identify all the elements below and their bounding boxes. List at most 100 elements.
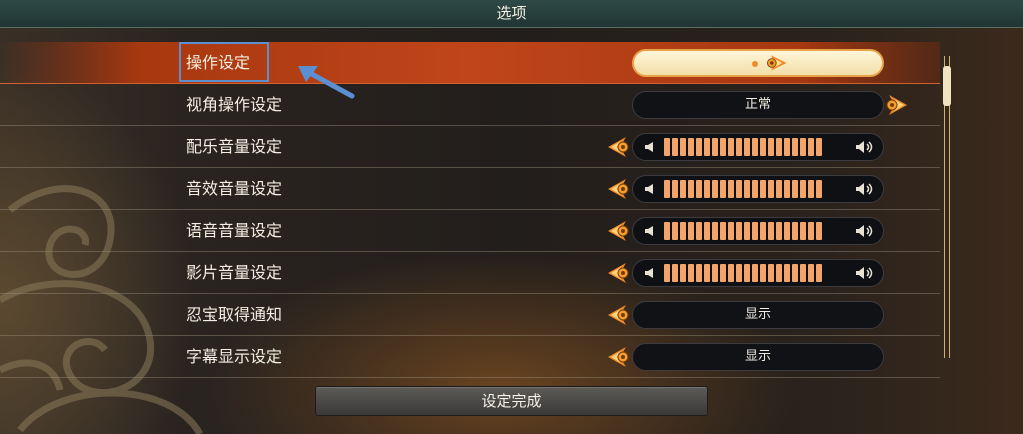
option-value-field[interactable]: 显示 bbox=[632, 301, 884, 329]
volume-segment bbox=[664, 138, 670, 156]
left-chevron-orb-icon[interactable] bbox=[604, 135, 630, 159]
volume-segment bbox=[776, 180, 782, 198]
speaker-low-icon bbox=[645, 268, 653, 278]
window-title: 选项 bbox=[0, 0, 1023, 28]
volume-segment bbox=[784, 222, 790, 240]
volume-segment bbox=[736, 138, 742, 156]
volume-segment bbox=[680, 222, 686, 240]
volume-segment bbox=[736, 264, 742, 282]
volume-segment bbox=[760, 138, 766, 156]
left-chevron-orb-icon[interactable] bbox=[604, 177, 630, 201]
volume-segment bbox=[688, 264, 694, 282]
volume-segment bbox=[800, 222, 806, 240]
volume-segment bbox=[784, 180, 790, 198]
volume-segment bbox=[776, 222, 782, 240]
left-chevron-orb-icon[interactable] bbox=[604, 261, 630, 285]
volume-segment bbox=[752, 180, 758, 198]
volume-segment bbox=[720, 222, 726, 240]
volume-segment bbox=[704, 264, 710, 282]
volume-segment bbox=[680, 180, 686, 198]
option-row[interactable]: 字幕显示设定 显示 bbox=[0, 336, 940, 378]
volume-segment bbox=[816, 138, 822, 156]
speaker-high-icon bbox=[856, 225, 873, 237]
annotation-arrow-icon bbox=[298, 66, 355, 99]
volume-segment bbox=[736, 180, 742, 198]
volume-segment bbox=[704, 138, 710, 156]
done-button[interactable]: 设定完成 bbox=[315, 386, 708, 416]
scrollbar-thumb[interactable] bbox=[943, 66, 951, 106]
option-label: 音效音量设定 bbox=[186, 179, 283, 198]
volume-segment bbox=[688, 138, 694, 156]
right-chevron-orb-icon[interactable] bbox=[885, 93, 911, 117]
option-row[interactable]: 语音音量设定 bbox=[0, 210, 940, 252]
volume-segment bbox=[792, 222, 798, 240]
left-chevron-orb-icon[interactable] bbox=[604, 303, 630, 327]
volume-segment bbox=[680, 138, 686, 156]
speaker-low-icon bbox=[645, 184, 653, 194]
volume-segment bbox=[808, 222, 814, 240]
option-row[interactable]: 影片音量设定 bbox=[0, 252, 940, 294]
speaker-high-icon bbox=[856, 141, 873, 153]
volume-segment bbox=[784, 264, 790, 282]
option-label: 字幕显示设定 bbox=[186, 347, 283, 366]
volume-segment bbox=[752, 138, 758, 156]
speaker-high-icon bbox=[856, 267, 873, 279]
volume-segment bbox=[808, 264, 814, 282]
option-label: 影片音量设定 bbox=[186, 263, 283, 282]
volume-segment bbox=[768, 138, 774, 156]
annotation-highlight-box bbox=[179, 42, 269, 82]
left-chevron-orb-icon[interactable] bbox=[604, 345, 630, 369]
volume-segment bbox=[760, 222, 766, 240]
option-row[interactable]: 视角操作设定 正常 bbox=[0, 84, 940, 126]
volume-level-bars bbox=[664, 264, 822, 282]
volume-segment bbox=[696, 180, 702, 198]
volume-segment bbox=[816, 264, 822, 282]
speaker-high-icon bbox=[856, 183, 873, 195]
option-label: 语音音量设定 bbox=[186, 221, 283, 240]
volume-segment bbox=[816, 222, 822, 240]
volume-segment bbox=[720, 264, 726, 282]
volume-level-bars bbox=[664, 180, 822, 198]
volume-segment bbox=[800, 138, 806, 156]
option-value-field[interactable]: 显示 bbox=[632, 343, 884, 371]
volume-segment bbox=[776, 264, 782, 282]
volume-segment bbox=[680, 264, 686, 282]
speaker-low-icon bbox=[645, 226, 653, 236]
volume-segment bbox=[672, 138, 678, 156]
volume-segment bbox=[808, 180, 814, 198]
volume-segment bbox=[672, 180, 678, 198]
volume-segment bbox=[688, 180, 694, 198]
option-label: 配乐音量设定 bbox=[186, 137, 283, 156]
volume-segment bbox=[672, 264, 678, 282]
volume-segment bbox=[664, 222, 670, 240]
volume-segment bbox=[744, 138, 750, 156]
volume-segment bbox=[752, 222, 758, 240]
volume-segment bbox=[792, 264, 798, 282]
cursor-dot bbox=[752, 61, 758, 67]
option-label: 视角操作设定 bbox=[186, 95, 283, 114]
volume-segment bbox=[816, 180, 822, 198]
option-value-field[interactable]: 正常 bbox=[632, 91, 884, 119]
volume-segment bbox=[808, 138, 814, 156]
option-row[interactable]: 配乐音量设定 bbox=[0, 126, 940, 168]
option-row[interactable]: 操作设定 bbox=[0, 42, 940, 84]
option-row[interactable]: 忍宝取得通知 显示 bbox=[0, 294, 940, 336]
left-chevron-orb-icon[interactable] bbox=[604, 219, 630, 243]
volume-segment bbox=[736, 222, 742, 240]
speaker-low-icon bbox=[645, 142, 653, 152]
volume-segment bbox=[712, 138, 718, 156]
volume-segment bbox=[696, 138, 702, 156]
volume-segment bbox=[792, 180, 798, 198]
volume-segment bbox=[728, 264, 734, 282]
volume-segment bbox=[792, 138, 798, 156]
option-value-cursor[interactable] bbox=[632, 49, 884, 77]
right-chevron-orb-icon bbox=[767, 55, 787, 71]
volume-segment bbox=[728, 180, 734, 198]
volume-segment bbox=[760, 180, 766, 198]
option-row[interactable]: 音效音量设定 bbox=[0, 168, 940, 210]
volume-segment bbox=[672, 222, 678, 240]
volume-segment bbox=[768, 264, 774, 282]
volume-level-bars bbox=[664, 138, 822, 156]
volume-segment bbox=[696, 264, 702, 282]
volume-segment bbox=[712, 264, 718, 282]
